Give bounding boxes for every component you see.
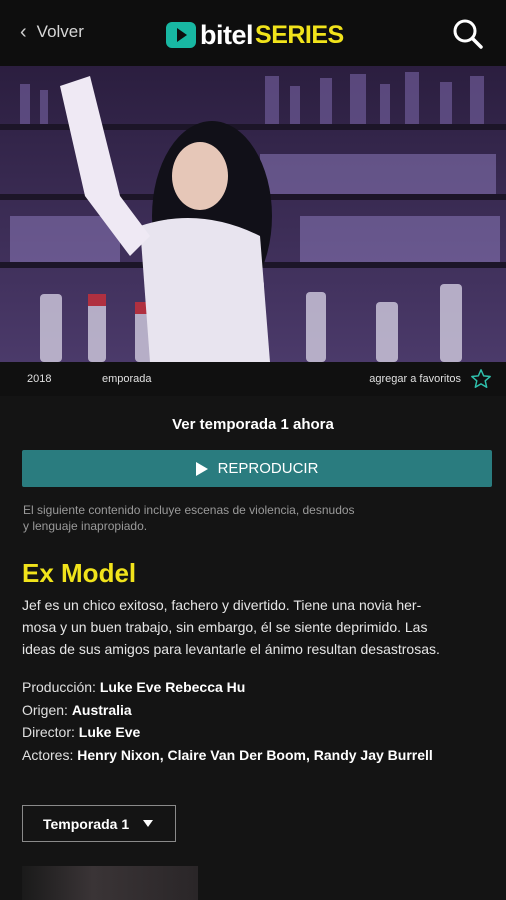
- credit-value: Australia: [71, 701, 132, 718]
- back-label: Volver: [36, 22, 84, 41]
- season-dropdown[interactable]: Temporada 1: [22, 805, 176, 842]
- synopsis-line: ideas de sus amigos para levantarle el á…: [22, 641, 440, 657]
- top-bar: ‹ Volver bitel SERIES: [0, 0, 506, 66]
- season-dropdown-value: Temporada 1: [43, 815, 130, 832]
- credit-origin: Origen: Australia: [22, 699, 492, 722]
- season-label: emporada: [102, 373, 152, 385]
- credit-label: Origen:: [22, 701, 68, 718]
- episode-thumbnail[interactable]: [22, 866, 198, 900]
- synopsis-line: Jef es un chico exitoso, fachero y diver…: [22, 597, 422, 613]
- credit-value: Luke Eve: [78, 724, 141, 740]
- play-bubble-icon: [166, 22, 196, 48]
- credits: Producción: Luke Eve Rebecca Hu Origen: …: [22, 676, 492, 766]
- credit-label: Director:: [22, 724, 75, 740]
- play-button[interactable]: REPRODUCIR: [22, 450, 492, 487]
- show-title: Ex Model: [22, 558, 137, 588]
- search-icon[interactable]: [452, 18, 484, 50]
- synopsis-line: mosa y un buen trabajo, sin embargo, él …: [22, 619, 428, 635]
- add-favorites-link[interactable]: agregar a favoritos: [369, 373, 461, 385]
- credit-production: Producción: Luke Eve Rebecca Hu: [22, 676, 492, 699]
- bitel-series-logo[interactable]: bitel SERIES: [166, 20, 344, 50]
- content-warning: El siguiente contenido incluye escenas d…: [23, 502, 443, 534]
- synopsis: Jef es un chico exitoso, fachero y diver…: [22, 594, 484, 660]
- credit-value: Henry Nixon, Claire Van Der Boom, Randy …: [77, 746, 433, 763]
- credit-actors: Actores: Henry Nixon, Claire Van Der Boo…: [22, 744, 492, 767]
- warning-line: y lenguaje inapropiado.: [23, 519, 148, 533]
- warning-line: El siguiente contenido incluye escenas d…: [23, 503, 355, 517]
- logo-bitel-text: bitel: [200, 19, 254, 50]
- meta-bar: 2018 emporada agregar a favoritos: [0, 362, 506, 396]
- hero-image: [0, 66, 506, 362]
- star-icon[interactable]: [470, 368, 492, 390]
- caret-down-icon: [143, 820, 154, 827]
- watch-season-text: Ver temporada 1 ahora: [172, 416, 334, 433]
- credit-value: Luke Eve Rebecca Hu: [99, 679, 246, 695]
- back-button[interactable]: ‹ Volver: [20, 20, 84, 44]
- play-icon: [195, 461, 208, 476]
- hero-scene: [0, 66, 506, 362]
- credit-label: Producción:: [22, 679, 96, 695]
- play-label: REPRODUCIR: [217, 460, 319, 477]
- chevron-left-icon: ‹: [20, 21, 27, 43]
- credit-label: Actores:: [22, 746, 74, 763]
- year-label: 2018: [27, 373, 52, 385]
- logo-series-text: SERIES: [255, 20, 344, 49]
- credit-director: Director: Luke Eve: [22, 721, 492, 744]
